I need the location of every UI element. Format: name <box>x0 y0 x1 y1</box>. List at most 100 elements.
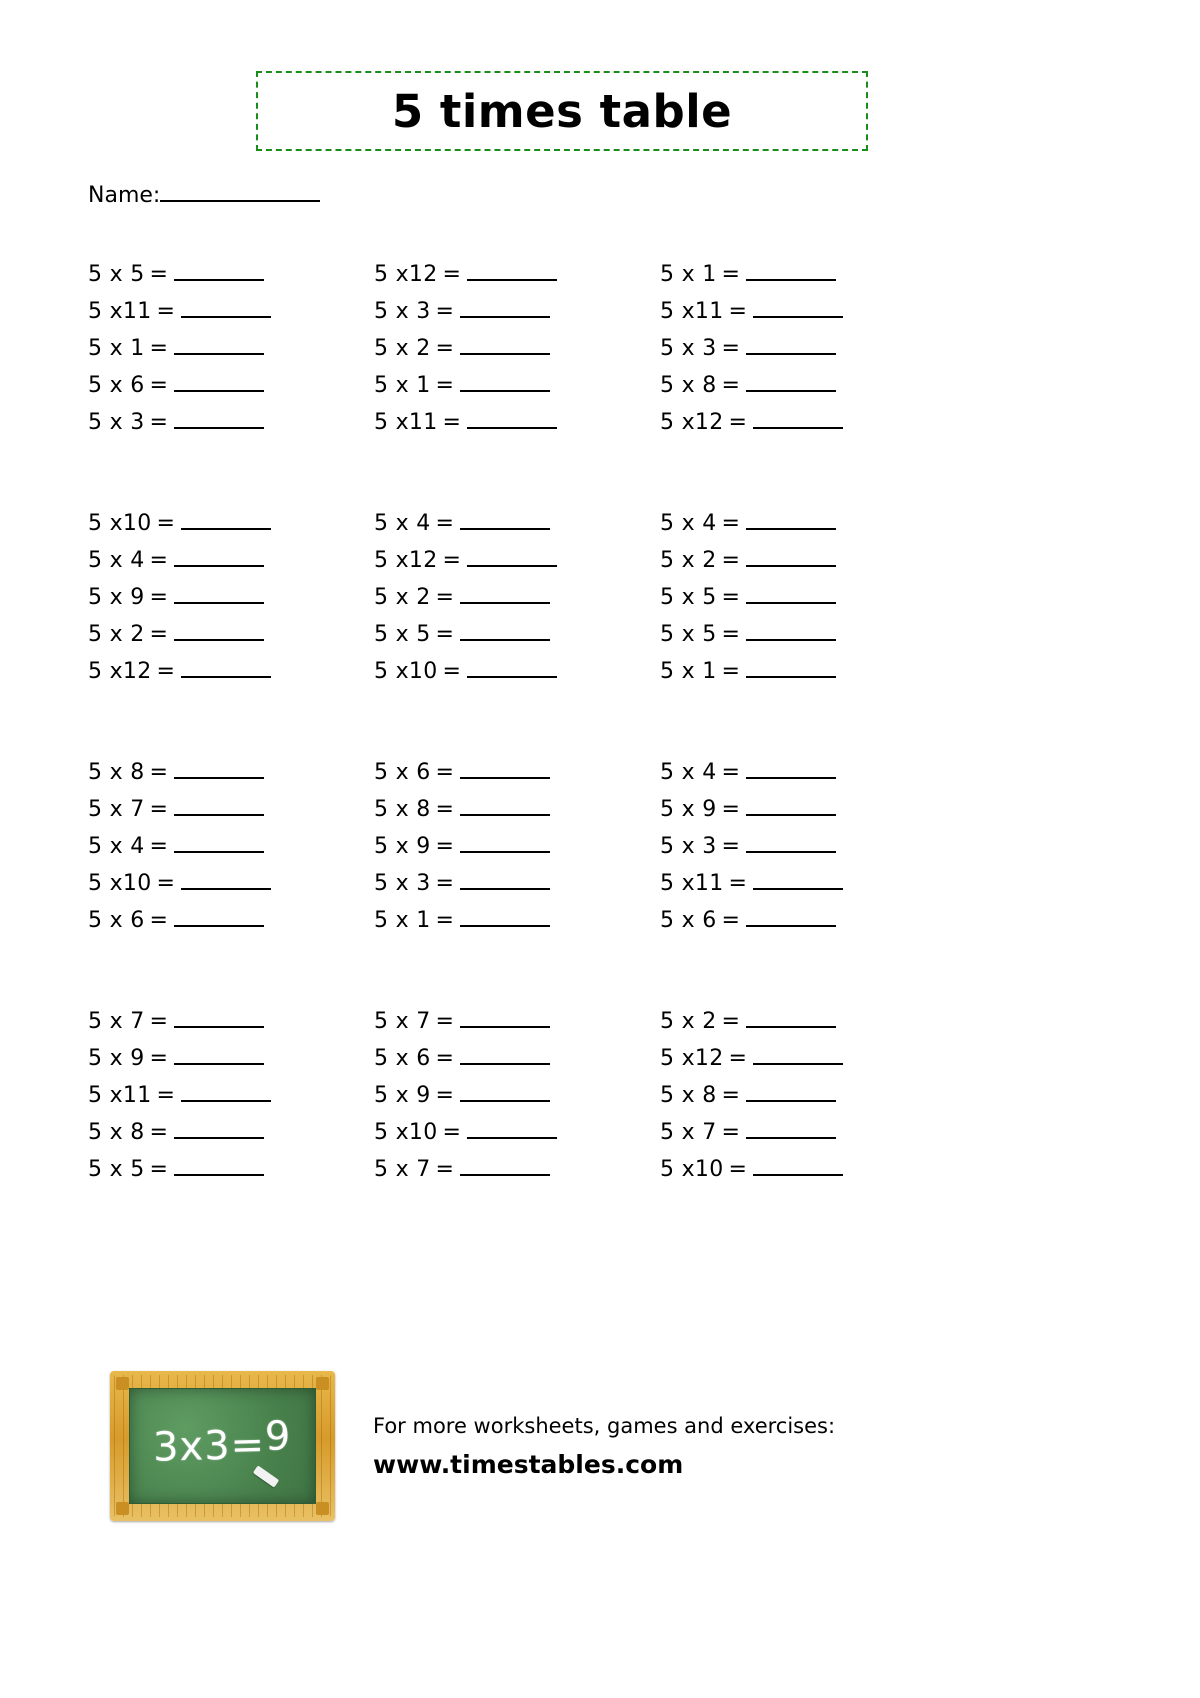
answer-blank[interactable] <box>173 624 264 641</box>
answer-blank[interactable] <box>459 338 550 355</box>
problem-expression: 5 x <box>374 1046 409 1071</box>
answer-blank[interactable] <box>459 910 550 927</box>
problem-item: 5 x 5 = <box>88 262 374 299</box>
answer-blank[interactable] <box>752 1159 843 1176</box>
problem-expression: 5 x <box>374 548 409 573</box>
answer-blank[interactable] <box>173 910 264 927</box>
answer-blank[interactable] <box>173 412 264 429</box>
answer-blank[interactable] <box>459 513 550 530</box>
problem-multiplier: 11 <box>122 299 152 324</box>
answer-blank[interactable] <box>466 661 557 678</box>
answer-blank[interactable] <box>173 1011 264 1028</box>
equals-sign: = <box>442 1120 461 1145</box>
problem-column: 5 x 6 = 5 x 8 = 5 x 9 = 5 x 3 = 5 x 1 = <box>374 760 660 945</box>
answer-blank[interactable] <box>173 338 264 355</box>
answer-blank[interactable] <box>459 1159 550 1176</box>
problem-expression: 5 x <box>88 585 123 610</box>
problem-multiplier: 4 <box>408 511 431 536</box>
answer-blank[interactable] <box>752 1048 843 1065</box>
answer-blank[interactable] <box>745 513 836 530</box>
answer-blank[interactable] <box>173 587 264 604</box>
problem-multiplier: 11 <box>408 410 438 435</box>
equals-sign: = <box>156 1083 175 1108</box>
problem-multiplier: 3 <box>694 336 717 361</box>
answer-blank[interactable] <box>459 301 550 318</box>
answer-blank[interactable] <box>173 1048 264 1065</box>
answer-blank[interactable] <box>173 1159 264 1176</box>
answer-blank[interactable] <box>173 264 264 281</box>
problem-multiplier: 8 <box>408 797 431 822</box>
answer-blank[interactable] <box>466 550 557 567</box>
problem-expression: 5 x <box>88 1083 123 1108</box>
answer-blank[interactable] <box>459 762 550 779</box>
problem-item: 5 x 9 = <box>88 1046 374 1083</box>
problem-item: 5 x 9 = <box>88 585 374 622</box>
problem-expression: 5 x <box>374 622 409 647</box>
chalk-piece-icon <box>252 1465 280 1488</box>
answer-blank[interactable] <box>745 661 836 678</box>
equals-sign: = <box>721 373 740 398</box>
answer-blank[interactable] <box>459 1011 550 1028</box>
answer-blank[interactable] <box>752 873 843 890</box>
problem-expression: 5 x <box>374 585 409 610</box>
answer-blank[interactable] <box>745 1122 836 1139</box>
answer-blank[interactable] <box>752 301 843 318</box>
answer-blank[interactable] <box>459 873 550 890</box>
website-link[interactable]: www.timestables.com <box>373 1450 835 1479</box>
answer-blank[interactable] <box>745 624 836 641</box>
problem-expression: 5 x <box>88 908 123 933</box>
answer-blank[interactable] <box>466 264 557 281</box>
problem-multiplier: 8 <box>694 373 717 398</box>
answer-blank[interactable] <box>752 412 843 429</box>
answer-blank[interactable] <box>745 338 836 355</box>
answer-blank[interactable] <box>459 375 550 392</box>
answer-blank[interactable] <box>745 1085 836 1102</box>
answer-blank[interactable] <box>459 836 550 853</box>
answer-blank[interactable] <box>459 587 550 604</box>
answer-blank[interactable] <box>180 513 271 530</box>
problem-multiplier: 9 <box>122 585 145 610</box>
chalkboard-equation: 3x3=9 <box>153 1413 293 1471</box>
answer-blank[interactable] <box>745 550 836 567</box>
equals-sign: = <box>728 410 747 435</box>
problem-expression: 5 x <box>374 797 409 822</box>
name-label: Name: <box>88 183 161 208</box>
answer-blank[interactable] <box>745 587 836 604</box>
answer-blank[interactable] <box>173 762 264 779</box>
answer-blank[interactable] <box>173 550 264 567</box>
answer-blank[interactable] <box>459 1085 550 1102</box>
problem-expression: 5 x <box>88 336 123 361</box>
problem-item: 5 x 12 = <box>660 1046 946 1083</box>
answer-blank[interactable] <box>745 799 836 816</box>
answer-blank[interactable] <box>745 264 836 281</box>
problem-item: 5 x 1 = <box>374 908 660 945</box>
answer-blank[interactable] <box>180 301 271 318</box>
answer-blank[interactable] <box>180 1085 271 1102</box>
answer-blank[interactable] <box>745 910 836 927</box>
problem-expression: 5 x <box>374 511 409 536</box>
problem-multiplier: 11 <box>122 1083 152 1108</box>
answer-blank[interactable] <box>173 836 264 853</box>
answer-blank[interactable] <box>173 1122 264 1139</box>
problem-expression: 5 x <box>88 299 123 324</box>
answer-blank[interactable] <box>745 762 836 779</box>
answer-blank[interactable] <box>459 799 550 816</box>
problem-item: 5 x 11 = <box>88 1083 374 1120</box>
answer-blank[interactable] <box>745 836 836 853</box>
problem-multiplier: 1 <box>408 908 431 933</box>
answer-blank[interactable] <box>745 1011 836 1028</box>
equals-sign: = <box>442 659 461 684</box>
answer-blank[interactable] <box>180 661 271 678</box>
answer-blank[interactable] <box>173 375 264 392</box>
equals-sign: = <box>149 262 168 287</box>
answer-blank[interactable] <box>173 799 264 816</box>
answer-blank[interactable] <box>459 624 550 641</box>
answer-blank[interactable] <box>466 1122 557 1139</box>
name-input-blank[interactable] <box>160 183 321 202</box>
problem-item: 5 x 1 = <box>88 336 374 373</box>
answer-blank[interactable] <box>466 412 557 429</box>
answer-blank[interactable] <box>745 375 836 392</box>
answer-blank[interactable] <box>459 1048 550 1065</box>
problem-multiplier: 4 <box>122 548 145 573</box>
answer-blank[interactable] <box>180 873 271 890</box>
